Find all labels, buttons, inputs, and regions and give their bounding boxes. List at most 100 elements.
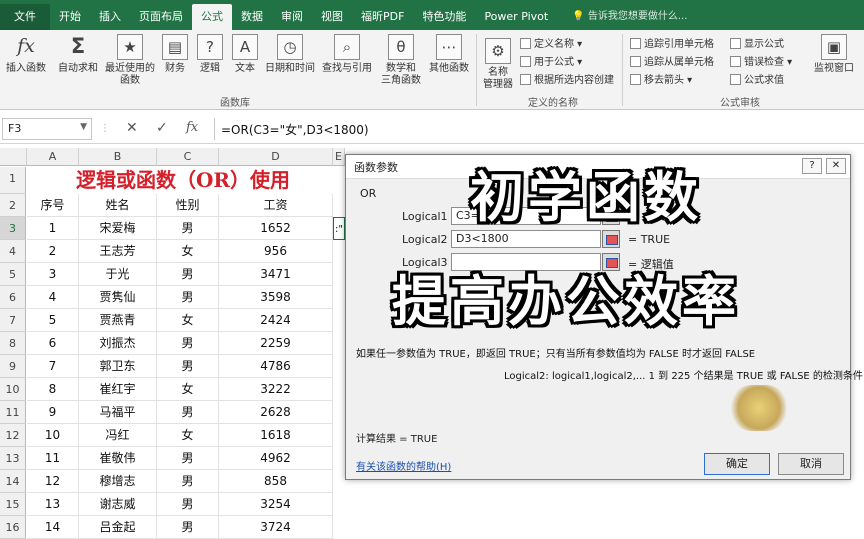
tab-file[interactable]: 文件	[0, 4, 50, 30]
ok-button[interactable]: 确定	[704, 453, 770, 475]
table-cell[interactable]: 王志芳	[79, 240, 157, 263]
tab-special-features[interactable]: 特色功能	[413, 4, 475, 30]
name-box[interactable]: F3 ▼	[2, 118, 92, 140]
row-header[interactable]: 6	[0, 286, 26, 309]
table-cell[interactable]: 2628	[219, 401, 333, 424]
row-header[interactable]: 7	[0, 309, 26, 332]
create-from-selection-button[interactable]: 根据所选内容创建	[520, 71, 614, 86]
table-cell[interactable]: 3724	[219, 516, 333, 539]
table-cell[interactable]: 7	[27, 355, 79, 378]
table-cell[interactable]: 2259	[219, 332, 333, 355]
table-cell[interactable]: 14	[27, 516, 79, 539]
function-help-link[interactable]: 有关该函数的帮助(H)	[356, 458, 451, 473]
table-cell[interactable]: 马福平	[79, 401, 157, 424]
chevron-down-icon[interactable]: ▼	[80, 122, 87, 132]
table-cell[interactable]: 女	[157, 378, 219, 401]
table-cell[interactable]: 6	[27, 332, 79, 355]
table-cell[interactable]: 宋爱梅	[79, 217, 157, 240]
table-cell[interactable]: 11	[27, 447, 79, 470]
tab-formulas[interactable]: 公式	[192, 4, 232, 30]
financial-button[interactable]: ▤ 财务	[160, 34, 190, 75]
tab-view[interactable]: 视图	[312, 4, 352, 30]
table-cell[interactable]: 冯红	[79, 424, 157, 447]
column-header-e[interactable]: E	[333, 148, 345, 166]
table-cell[interactable]: 2	[27, 240, 79, 263]
table-cell[interactable]: 女	[157, 240, 219, 263]
formula-input[interactable]: =OR(C3="女",D3<1800)	[214, 118, 860, 140]
table-cell[interactable]: 1	[27, 217, 79, 240]
dialog-close-button[interactable]: ✕	[826, 158, 846, 174]
evaluate-formula-button[interactable]: 公式求值	[730, 71, 784, 86]
sheet-title[interactable]: 逻辑或函数（OR）使用	[27, 167, 339, 194]
table-cell[interactable]: 13	[27, 493, 79, 516]
row-header[interactable]: 1	[0, 167, 26, 194]
table-cell[interactable]: 9	[27, 401, 79, 424]
arg-input-logical2[interactable]: D3<1800	[451, 230, 601, 248]
table-cell[interactable]: 男	[157, 493, 219, 516]
table-cell[interactable]: 5	[27, 309, 79, 332]
error-checking-button[interactable]: 错误检查 ▾	[730, 53, 792, 68]
row-header[interactable]: 8	[0, 332, 26, 355]
table-header-cell[interactable]: 姓名	[79, 194, 157, 217]
range-select-icon[interactable]	[602, 253, 620, 271]
column-header-d[interactable]: D	[219, 148, 333, 166]
row-header[interactable]: 15	[0, 493, 26, 516]
more-functions-button[interactable]: ⋯ 其他函数	[426, 34, 472, 75]
row-header[interactable]: 3	[0, 217, 26, 240]
table-cell[interactable]: 男	[157, 263, 219, 286]
autosum-button[interactable]: Σ 自动求和	[56, 34, 100, 75]
dialog-help-button[interactable]: ?	[802, 158, 822, 174]
table-cell[interactable]: 贾隽仙	[79, 286, 157, 309]
table-cell[interactable]: 3471	[219, 263, 333, 286]
row-header[interactable]: 5	[0, 263, 26, 286]
arg-input-logical3[interactable]	[451, 253, 601, 271]
watch-window-button[interactable]: ▣ 监视窗口	[808, 34, 860, 75]
table-cell[interactable]: 1618	[219, 424, 333, 447]
tab-data[interactable]: 数据	[232, 4, 272, 30]
enter-check-icon[interactable]: ✓	[156, 120, 168, 136]
table-cell[interactable]: 女	[157, 424, 219, 447]
table-cell[interactable]: 吕金起	[79, 516, 157, 539]
table-cell[interactable]: 3254	[219, 493, 333, 516]
tab-review[interactable]: 审阅	[272, 4, 312, 30]
table-cell[interactable]: 崔敬伟	[79, 447, 157, 470]
define-name-button[interactable]: 定义名称 ▾	[520, 35, 582, 50]
table-cell[interactable]: 于光	[79, 263, 157, 286]
table-cell[interactable]: 郭卫东	[79, 355, 157, 378]
table-cell[interactable]: 贾燕青	[79, 309, 157, 332]
row-header[interactable]: 14	[0, 470, 26, 493]
row-header[interactable]: 13	[0, 447, 26, 470]
table-header-cell[interactable]: 工资	[219, 194, 333, 217]
tab-foxit-pdf[interactable]: 福昕PDF	[352, 4, 413, 30]
remove-arrows-button[interactable]: 移去箭头 ▾	[630, 71, 692, 86]
row-header[interactable]: 10	[0, 378, 26, 401]
row-header[interactable]: 16	[0, 516, 26, 539]
tab-home[interactable]: 开始	[50, 4, 90, 30]
table-cell[interactable]: 男	[157, 286, 219, 309]
table-cell[interactable]: 男	[157, 217, 219, 240]
table-cell[interactable]: 1652	[219, 217, 333, 240]
table-header-cell[interactable]: 性别	[157, 194, 219, 217]
tab-page-layout[interactable]: 页面布局	[130, 4, 192, 30]
table-cell[interactable]: 3222	[219, 378, 333, 401]
show-formulas-button[interactable]: 显示公式	[730, 35, 784, 50]
column-header-c[interactable]: C	[157, 148, 219, 166]
fx-icon[interactable]: fx	[186, 120, 198, 135]
table-cell[interactable]: 4786	[219, 355, 333, 378]
column-header-b[interactable]: B	[79, 148, 157, 166]
table-cell[interactable]: 12	[27, 470, 79, 493]
table-cell[interactable]: 男	[157, 470, 219, 493]
recently-used-button[interactable]: ★ 最近使用的 函数	[102, 34, 158, 87]
table-cell[interactable]: 男	[157, 401, 219, 424]
tab-power-pivot[interactable]: Power Pivot	[475, 4, 557, 30]
splitter-dots-icon[interactable]: ⋮	[100, 123, 110, 134]
insert-function-button[interactable]: fx 插入函数	[4, 34, 48, 75]
table-cell[interactable]: 男	[157, 355, 219, 378]
name-manager-button[interactable]: ⚙ 名称 管理器	[480, 38, 516, 91]
row-header[interactable]: 2	[0, 194, 26, 217]
cancel-icon[interactable]: ✕	[126, 120, 138, 136]
tell-me-search[interactable]: 💡 告诉我您想要做什么...	[563, 4, 696, 30]
table-cell[interactable]: 穆增志	[79, 470, 157, 493]
table-cell[interactable]: 3598	[219, 286, 333, 309]
table-cell[interactable]: 女	[157, 309, 219, 332]
